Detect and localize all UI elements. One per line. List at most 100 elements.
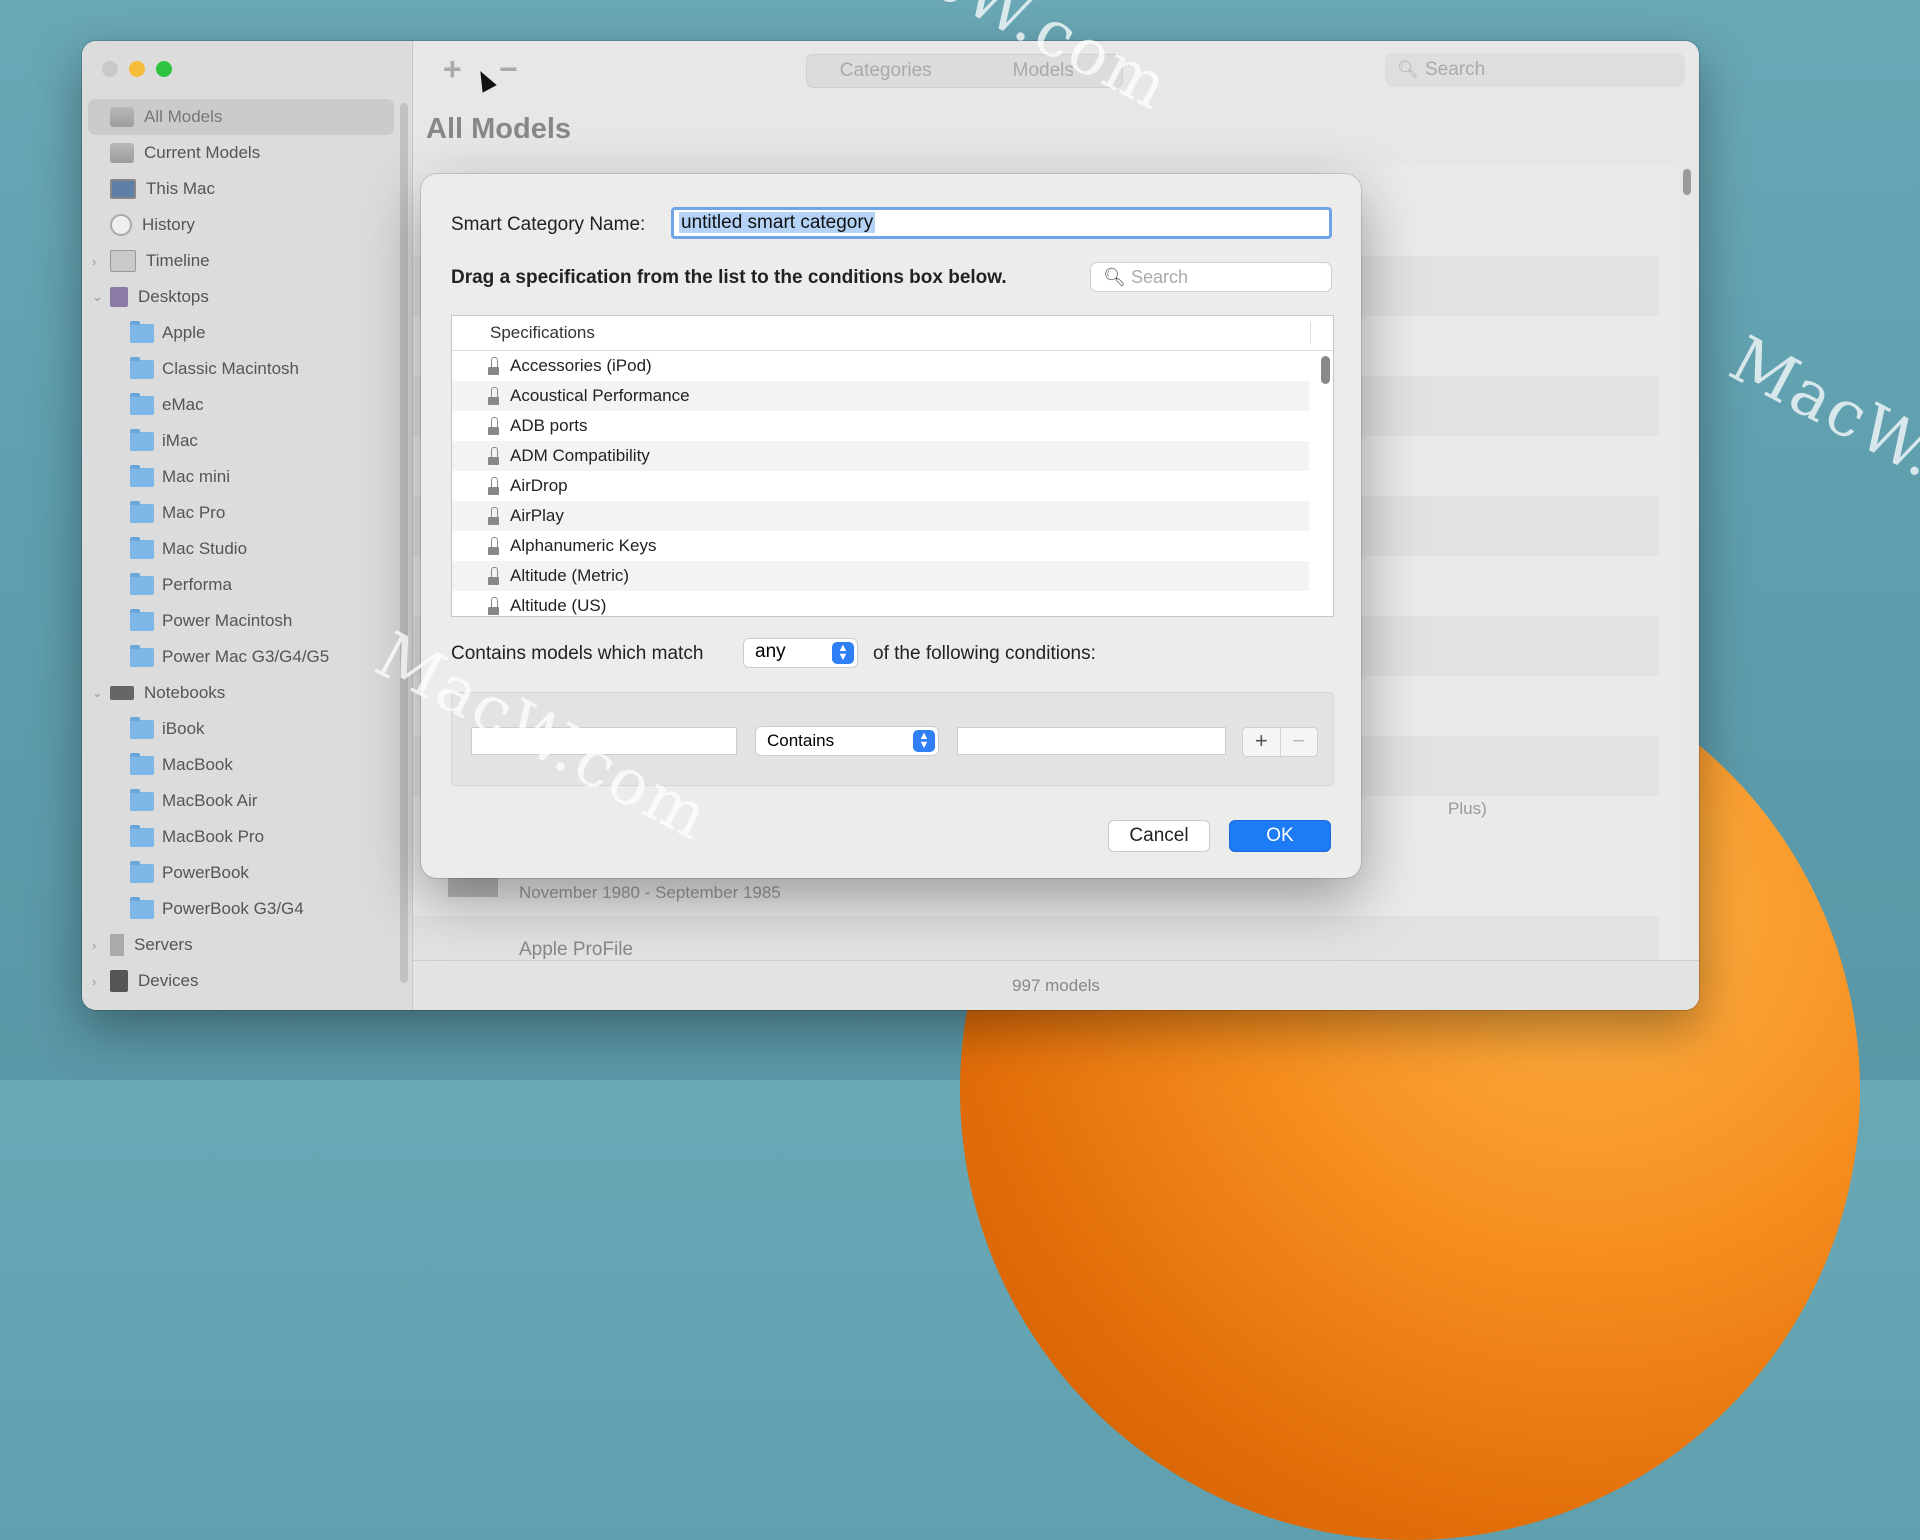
spec-scrollbar[interactable] [1321,356,1330,384]
sidebar-item[interactable]: › Devices [82,963,400,999]
specification-row[interactable]: ADB ports [452,411,1309,441]
main-scrollbar[interactable] [1683,169,1691,195]
specification-row[interactable]: ADM Compatibility [452,441,1309,471]
sidebar-item[interactable]: Mac Pro [82,495,400,531]
chevron-right-icon[interactable]: › [92,254,96,269]
sidebar-item-label: Devices [138,971,199,990]
chevron-right-icon[interactable]: › [92,938,96,953]
sidebar-item[interactable]: iBook [82,711,400,747]
sidebar-item[interactable]: MacBook Air [82,783,400,819]
segment-categories[interactable]: Categories [807,55,965,87]
sidebar-list: All Models Current Models This Mac History ›… [82,99,400,999]
sidebar-item[interactable]: MacBook Pro [82,819,400,855]
lock-icon [485,567,502,585]
sidebar-item-label: MacBook Pro [162,827,265,846]
sidebar-item-label: MacBook Air [162,791,258,810]
remove-condition-button[interactable]: − [1279,728,1317,756]
search-icon: 🔍︎ [1103,267,1126,287]
specification-row[interactable]: Altitude (Metric) [452,561,1309,591]
condition-value-input[interactable] [957,727,1226,755]
server-icon [110,934,124,956]
folder-icon [130,464,154,487]
sidebar-item[interactable]: › Timeline [82,243,400,279]
sidebar-item[interactable]: Mac mini [82,459,400,495]
sidebar-item[interactable]: Mac Studio [82,531,400,567]
folder-icon [130,788,154,811]
timeline-icon [110,250,136,272]
match-popup[interactable]: any ▲ ▼ [743,638,858,668]
condition-add-remove: + − [1242,727,1318,757]
category-name-field[interactable]: untitled smart category [671,207,1332,239]
add-button[interactable]: + [443,51,462,88]
specification-row[interactable]: AirPlay [452,501,1309,531]
spec-search-field[interactable]: 🔍︎ Search [1090,262,1332,292]
sidebar-item[interactable]: History [82,207,400,243]
sidebar-item[interactable]: Current Models [82,135,400,171]
lock-icon [485,507,502,525]
sidebar-item[interactable]: All Models [88,99,394,135]
sidebar-item[interactable]: This Mac [82,171,400,207]
specifications-header[interactable]: Specifications [452,316,1333,351]
clock-icon [110,214,132,236]
condition-field-input[interactable] [471,727,737,755]
view-segmented-control: Categories Models [806,54,1123,88]
sidebar-item[interactable]: Power Mac G3/G4/G5 [82,639,400,675]
sidebar-item-label: Mac Studio [162,539,248,558]
segment-models[interactable]: Models [965,55,1123,87]
folder-icon [130,572,154,595]
sidebar-item[interactable]: ⌄ Desktops [82,279,400,315]
condition-operator-popup[interactable]: Contains ▲ ▼ [755,726,939,756]
sidebar-item[interactable]: Classic Macintosh [82,351,400,387]
ok-button[interactable]: OK [1229,820,1331,852]
name-label: Smart Category Name: [451,214,646,235]
sidebar-item-label: eMac [162,395,204,414]
sidebar-item[interactable]: MacBook [82,747,400,783]
sidebar-item[interactable]: eMac [82,387,400,423]
specification-label: Acoustical Performance [510,386,690,405]
add-condition-button[interactable]: + [1243,728,1280,756]
sidebar-item-label: Mac Pro [162,503,226,522]
specification-label: Altitude (Metric) [510,566,630,585]
sidebar-scrollbar[interactable] [400,103,408,983]
lock-icon [485,537,502,555]
smart-category-sheet: Smart Category Name: untitled smart cate… [421,174,1361,878]
conditions-box[interactable]: Contains ▲ ▼ + − [451,692,1334,786]
popup-arrows-icon: ▲ ▼ [832,642,854,664]
lock-icon [485,417,502,435]
sidebar-item[interactable]: ⌄ Notebooks [82,675,400,711]
specification-row[interactable]: Acoustical Performance [452,381,1309,411]
specification-label: Alphanumeric Keys [510,536,657,555]
sidebar-item[interactable]: PowerBook G3/G4 [82,891,400,927]
sidebar-item[interactable]: › Servers [82,927,400,963]
sidebar-item[interactable]: Power Macintosh [82,603,400,639]
folder-icon [130,896,154,919]
lock-icon [485,357,502,375]
remove-button[interactable]: − [499,51,518,88]
specification-row[interactable]: AirDrop [452,471,1309,501]
cancel-button[interactable]: Cancel [1108,820,1210,852]
sidebar-item-label: PowerBook [162,863,249,882]
folder-icon [130,536,154,559]
search-icon: 🔍︎ [1397,60,1419,79]
sidebar-item[interactable]: PowerBook [82,855,400,891]
specification-row[interactable]: Alphanumeric Keys [452,531,1309,561]
specification-row[interactable]: Altitude (US) [452,591,1309,616]
sidebar-item[interactable]: Apple [82,315,400,351]
laptop-icon [110,686,134,700]
lock-icon [485,477,502,495]
minimize-button[interactable] [129,61,145,77]
toolbar-search-field[interactable]: 🔍︎ Search [1385,53,1685,87]
specification-row[interactable]: Accessories (iPod) [452,351,1309,381]
zoom-button[interactable] [156,61,172,77]
sidebar-item[interactable]: iMac [82,423,400,459]
sidebar-item-label: Classic Macintosh [162,359,299,378]
sidebar-item[interactable]: Performa [82,567,400,603]
close-button[interactable] [102,61,118,77]
folder-icon [130,860,154,883]
folder-icon [130,716,154,739]
folder-icon [130,500,154,523]
chevron-down-icon[interactable]: ⌄ [92,685,103,701]
chevron-down-icon[interactable]: ⌄ [92,289,103,305]
chevron-right-icon[interactable]: › [92,974,96,989]
list-row-date: November 1980 - September 1985 [519,883,781,902]
